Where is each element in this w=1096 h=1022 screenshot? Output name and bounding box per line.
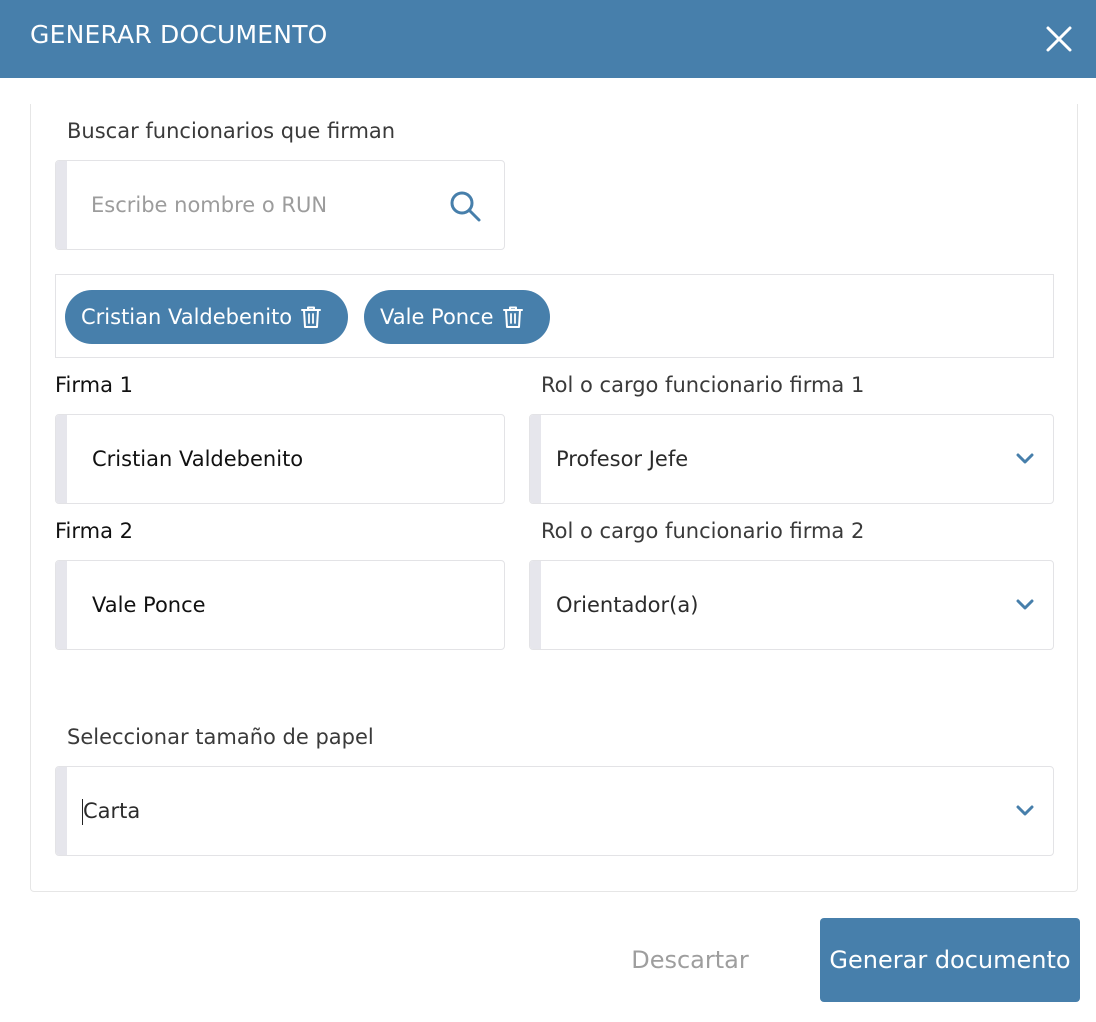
rol2-label: Rol o cargo funcionario firma 2 xyxy=(541,519,865,543)
paper-size-value: Carta xyxy=(83,799,141,823)
chevron-down-icon xyxy=(1016,599,1034,610)
trash-icon[interactable] xyxy=(502,305,524,329)
dialog-title: GENERAR DOCUMENTO xyxy=(30,20,328,49)
selected-signers-box: Cristian Valdebenito Vale Ponce xyxy=(55,274,1054,358)
chevron-down-icon xyxy=(1016,453,1034,464)
close-button[interactable] xyxy=(1042,22,1076,56)
search-icon[interactable] xyxy=(448,189,482,223)
chevron-down-icon xyxy=(1016,805,1034,816)
signer-chip-label: Vale Ponce xyxy=(380,305,494,329)
paper-size-label: Seleccionar tamaño de papel xyxy=(67,725,374,749)
firma1-field[interactable]: Cristian Valdebenito xyxy=(55,414,505,504)
firma2-value: Vale Ponce xyxy=(92,593,206,617)
close-icon xyxy=(1046,26,1072,52)
discard-button[interactable]: Descartar xyxy=(612,920,768,1000)
rol1-select[interactable]: Profesor Jefe xyxy=(529,414,1054,504)
paper-size-select[interactable]: Carta xyxy=(55,766,1054,856)
rol2-value: Orientador(a) xyxy=(556,593,699,617)
search-label: Buscar funcionarios que firman xyxy=(67,119,396,143)
dialog-header: GENERAR DOCUMENTO xyxy=(0,0,1096,78)
search-input[interactable] xyxy=(67,161,444,249)
rol2-select[interactable]: Orientador(a) xyxy=(529,560,1054,650)
firma1-value: Cristian Valdebenito xyxy=(92,447,304,471)
generate-document-button[interactable]: Generar documento xyxy=(820,918,1080,1002)
search-field xyxy=(55,160,505,250)
signer-chip-label: Cristian Valdebenito xyxy=(81,305,293,329)
firma2-label: Firma 2 xyxy=(55,519,134,543)
firma1-label: Firma 1 xyxy=(55,373,134,397)
signer-chip-vale-ponce[interactable]: Vale Ponce xyxy=(364,290,550,344)
trash-icon[interactable] xyxy=(300,305,322,329)
rol1-label: Rol o cargo funcionario firma 1 xyxy=(541,373,865,397)
signer-chip-cristian-valdebenito[interactable]: Cristian Valdebenito xyxy=(65,290,349,344)
firma2-field[interactable]: Vale Ponce xyxy=(55,560,505,650)
rol1-value: Profesor Jefe xyxy=(556,447,689,471)
